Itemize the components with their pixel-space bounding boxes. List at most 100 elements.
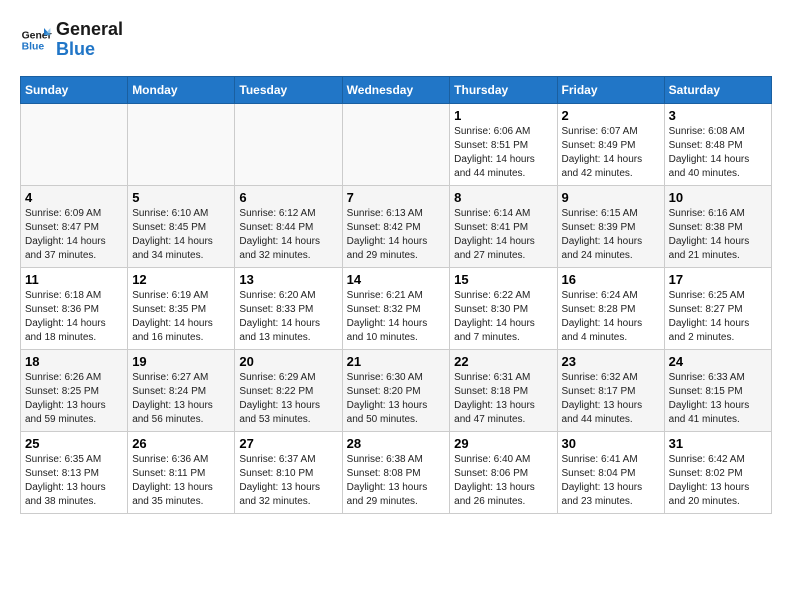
day-number: 10 xyxy=(669,190,767,205)
header: General Blue General Blue xyxy=(20,20,772,60)
calendar-cell: 5 Sunrise: 6:10 AMSunset: 8:45 PMDaylight… xyxy=(128,185,235,267)
day-info: Sunrise: 6:42 AMSunset: 8:02 PMDaylight:… xyxy=(669,453,767,509)
calendar-cell xyxy=(235,103,342,185)
day-info: Sunrise: 6:40 AMSunset: 8:06 PMDaylight:… xyxy=(454,453,552,509)
day-info: Sunrise: 6:32 AMSunset: 8:17 PMDaylight:… xyxy=(562,371,660,427)
logo-text-general: General xyxy=(56,20,123,40)
calendar-cell: 14Sunrise: 6:21 AMSunset: 8:32 PMDayligh… xyxy=(342,267,450,349)
day-info: Sunrise: 6:16 AMSunset: 8:38 PMDaylight:… xyxy=(669,207,767,263)
calendar-cell: 22 Sunrise: 6:31 AMSunset: 8:18 PMDayligh… xyxy=(450,349,557,431)
week-row-4: 18 Sunrise: 6:26 AMSunset: 8:25 PMDayligh… xyxy=(21,349,772,431)
calendar-cell: 23 Sunrise: 6:32 AMSunset: 8:17 PMDayligh… xyxy=(557,349,664,431)
day-number: 4 xyxy=(25,190,123,205)
week-row-3: 11 Sunrise: 6:18 AMSunset: 8:36 PMDayligh… xyxy=(21,267,772,349)
calendar-cell: 11 Sunrise: 6:18 AMSunset: 8:36 PMDayligh… xyxy=(21,267,128,349)
day-number: 27 xyxy=(239,436,337,451)
day-info: Sunrise: 6:21 AMSunset: 8:32 PMDaylight:… xyxy=(347,289,446,345)
day-number: 9 xyxy=(562,190,660,205)
day-number: 20 xyxy=(239,354,337,369)
calendar-cell: 2 Sunrise: 6:07 AMSunset: 8:49 PMDaylight… xyxy=(557,103,664,185)
calendar-cell: 19Sunrise: 6:27 AMSunset: 8:24 PMDayligh… xyxy=(128,349,235,431)
day-info: Sunrise: 6:18 AMSunset: 8:36 PMDaylight:… xyxy=(25,289,123,345)
day-info: Sunrise: 6:25 AMSunset: 8:27 PMDaylight:… xyxy=(669,289,767,345)
day-number: 25 xyxy=(25,436,123,451)
day-info: Sunrise: 6:24 AMSunset: 8:28 PMDaylight:… xyxy=(562,289,660,345)
calendar-cell: 24 Sunrise: 6:33 AMSunset: 8:15 PMDayligh… xyxy=(664,349,771,431)
header-day-friday: Friday xyxy=(557,76,664,103)
day-number: 2 xyxy=(562,108,660,123)
day-number: 1 xyxy=(454,108,552,123)
calendar-cell: 17Sunrise: 6:25 AMSunset: 8:27 PMDayligh… xyxy=(664,267,771,349)
day-number: 22 xyxy=(454,354,552,369)
day-info: Sunrise: 6:20 AMSunset: 8:33 PMDaylight:… xyxy=(239,289,337,345)
calendar-cell: 31 Sunrise: 6:42 AMSunset: 8:02 PMDayligh… xyxy=(664,431,771,513)
day-number: 7 xyxy=(347,190,446,205)
calendar-cell: 7 Sunrise: 6:13 AMSunset: 8:42 PMDaylight… xyxy=(342,185,450,267)
day-info: Sunrise: 6:29 AMSunset: 8:22 PMDaylight:… xyxy=(239,371,337,427)
day-number: 15 xyxy=(454,272,552,287)
day-info: Sunrise: 6:35 AMSunset: 8:13 PMDaylight:… xyxy=(25,453,123,509)
day-info: Sunrise: 6:41 AMSunset: 8:04 PMDaylight:… xyxy=(562,453,660,509)
calendar-cell xyxy=(342,103,450,185)
day-info: Sunrise: 6:13 AMSunset: 8:42 PMDaylight:… xyxy=(347,207,446,263)
day-number: 28 xyxy=(347,436,446,451)
calendar-table: SundayMondayTuesdayWednesdayThursdayFrid… xyxy=(20,76,772,514)
calendar-cell: 9 Sunrise: 6:15 AMSunset: 8:39 PMDaylight… xyxy=(557,185,664,267)
header-row: SundayMondayTuesdayWednesdayThursdayFrid… xyxy=(21,76,772,103)
day-info: Sunrise: 6:22 AMSunset: 8:30 PMDaylight:… xyxy=(454,289,552,345)
week-row-1: 1Sunrise: 6:06 AMSunset: 8:51 PMDaylight… xyxy=(21,103,772,185)
day-number: 21 xyxy=(347,354,446,369)
day-info: Sunrise: 6:07 AMSunset: 8:49 PMDaylight:… xyxy=(562,125,660,181)
calendar-cell: 8 Sunrise: 6:14 AMSunset: 8:41 PMDaylight… xyxy=(450,185,557,267)
header-day-thursday: Thursday xyxy=(450,76,557,103)
logo: General Blue General Blue xyxy=(20,20,123,60)
calendar-cell: 1Sunrise: 6:06 AMSunset: 8:51 PMDaylight… xyxy=(450,103,557,185)
day-number: 31 xyxy=(669,436,767,451)
header-day-wednesday: Wednesday xyxy=(342,76,450,103)
day-info: Sunrise: 6:26 AMSunset: 8:25 PMDaylight:… xyxy=(25,371,123,427)
calendar-cell: 30 Sunrise: 6:41 AMSunset: 8:04 PMDayligh… xyxy=(557,431,664,513)
day-info: Sunrise: 6:15 AMSunset: 8:39 PMDaylight:… xyxy=(562,207,660,263)
day-info: Sunrise: 6:10 AMSunset: 8:45 PMDaylight:… xyxy=(132,207,230,263)
day-info: Sunrise: 6:19 AMSunset: 8:35 PMDaylight:… xyxy=(132,289,230,345)
day-number: 30 xyxy=(562,436,660,451)
day-number: 23 xyxy=(562,354,660,369)
day-number: 16 xyxy=(562,272,660,287)
calendar-cell: 27 Sunrise: 6:37 AMSunset: 8:10 PMDayligh… xyxy=(235,431,342,513)
day-number: 13 xyxy=(239,272,337,287)
calendar-cell: 16 Sunrise: 6:24 AMSunset: 8:28 PMDayligh… xyxy=(557,267,664,349)
day-number: 3 xyxy=(669,108,767,123)
header-day-saturday: Saturday xyxy=(664,76,771,103)
day-info: Sunrise: 6:36 AMSunset: 8:11 PMDaylight:… xyxy=(132,453,230,509)
day-info: Sunrise: 6:37 AMSunset: 8:10 PMDaylight:… xyxy=(239,453,337,509)
day-number: 8 xyxy=(454,190,552,205)
day-number: 18 xyxy=(25,354,123,369)
header-day-tuesday: Tuesday xyxy=(235,76,342,103)
svg-text:Blue: Blue xyxy=(22,41,45,52)
day-number: 24 xyxy=(669,354,767,369)
calendar-cell: 25 Sunrise: 6:35 AMSunset: 8:13 PMDayligh… xyxy=(21,431,128,513)
day-number: 29 xyxy=(454,436,552,451)
calendar-cell: 18 Sunrise: 6:26 AMSunset: 8:25 PMDayligh… xyxy=(21,349,128,431)
calendar-cell: 3Sunrise: 6:08 AMSunset: 8:48 PMDaylight… xyxy=(664,103,771,185)
calendar-cell: 13 Sunrise: 6:20 AMSunset: 8:33 PMDayligh… xyxy=(235,267,342,349)
day-info: Sunrise: 6:27 AMSunset: 8:24 PMDaylight:… xyxy=(132,371,230,427)
week-row-5: 25 Sunrise: 6:35 AMSunset: 8:13 PMDayligh… xyxy=(21,431,772,513)
calendar-cell: 21Sunrise: 6:30 AMSunset: 8:20 PMDayligh… xyxy=(342,349,450,431)
day-info: Sunrise: 6:38 AMSunset: 8:08 PMDaylight:… xyxy=(347,453,446,509)
calendar-cell xyxy=(128,103,235,185)
calendar-cell: 6Sunrise: 6:12 AMSunset: 8:44 PMDaylight… xyxy=(235,185,342,267)
calendar-cell: 26Sunrise: 6:36 AMSunset: 8:11 PMDayligh… xyxy=(128,431,235,513)
calendar-cell: 28 Sunrise: 6:38 AMSunset: 8:08 PMDayligh… xyxy=(342,431,450,513)
calendar-cell: 12 Sunrise: 6:19 AMSunset: 8:35 PMDayligh… xyxy=(128,267,235,349)
calendar-cell xyxy=(21,103,128,185)
day-info: Sunrise: 6:33 AMSunset: 8:15 PMDaylight:… xyxy=(669,371,767,427)
calendar-cell: 4Sunrise: 6:09 AMSunset: 8:47 PMDaylight… xyxy=(21,185,128,267)
day-number: 11 xyxy=(25,272,123,287)
day-number: 5 xyxy=(132,190,230,205)
day-info: Sunrise: 6:14 AMSunset: 8:41 PMDaylight:… xyxy=(454,207,552,263)
calendar-cell: 20 Sunrise: 6:29 AMSunset: 8:22 PMDayligh… xyxy=(235,349,342,431)
day-number: 12 xyxy=(132,272,230,287)
header-day-monday: Monday xyxy=(128,76,235,103)
day-info: Sunrise: 6:31 AMSunset: 8:18 PMDaylight:… xyxy=(454,371,552,427)
